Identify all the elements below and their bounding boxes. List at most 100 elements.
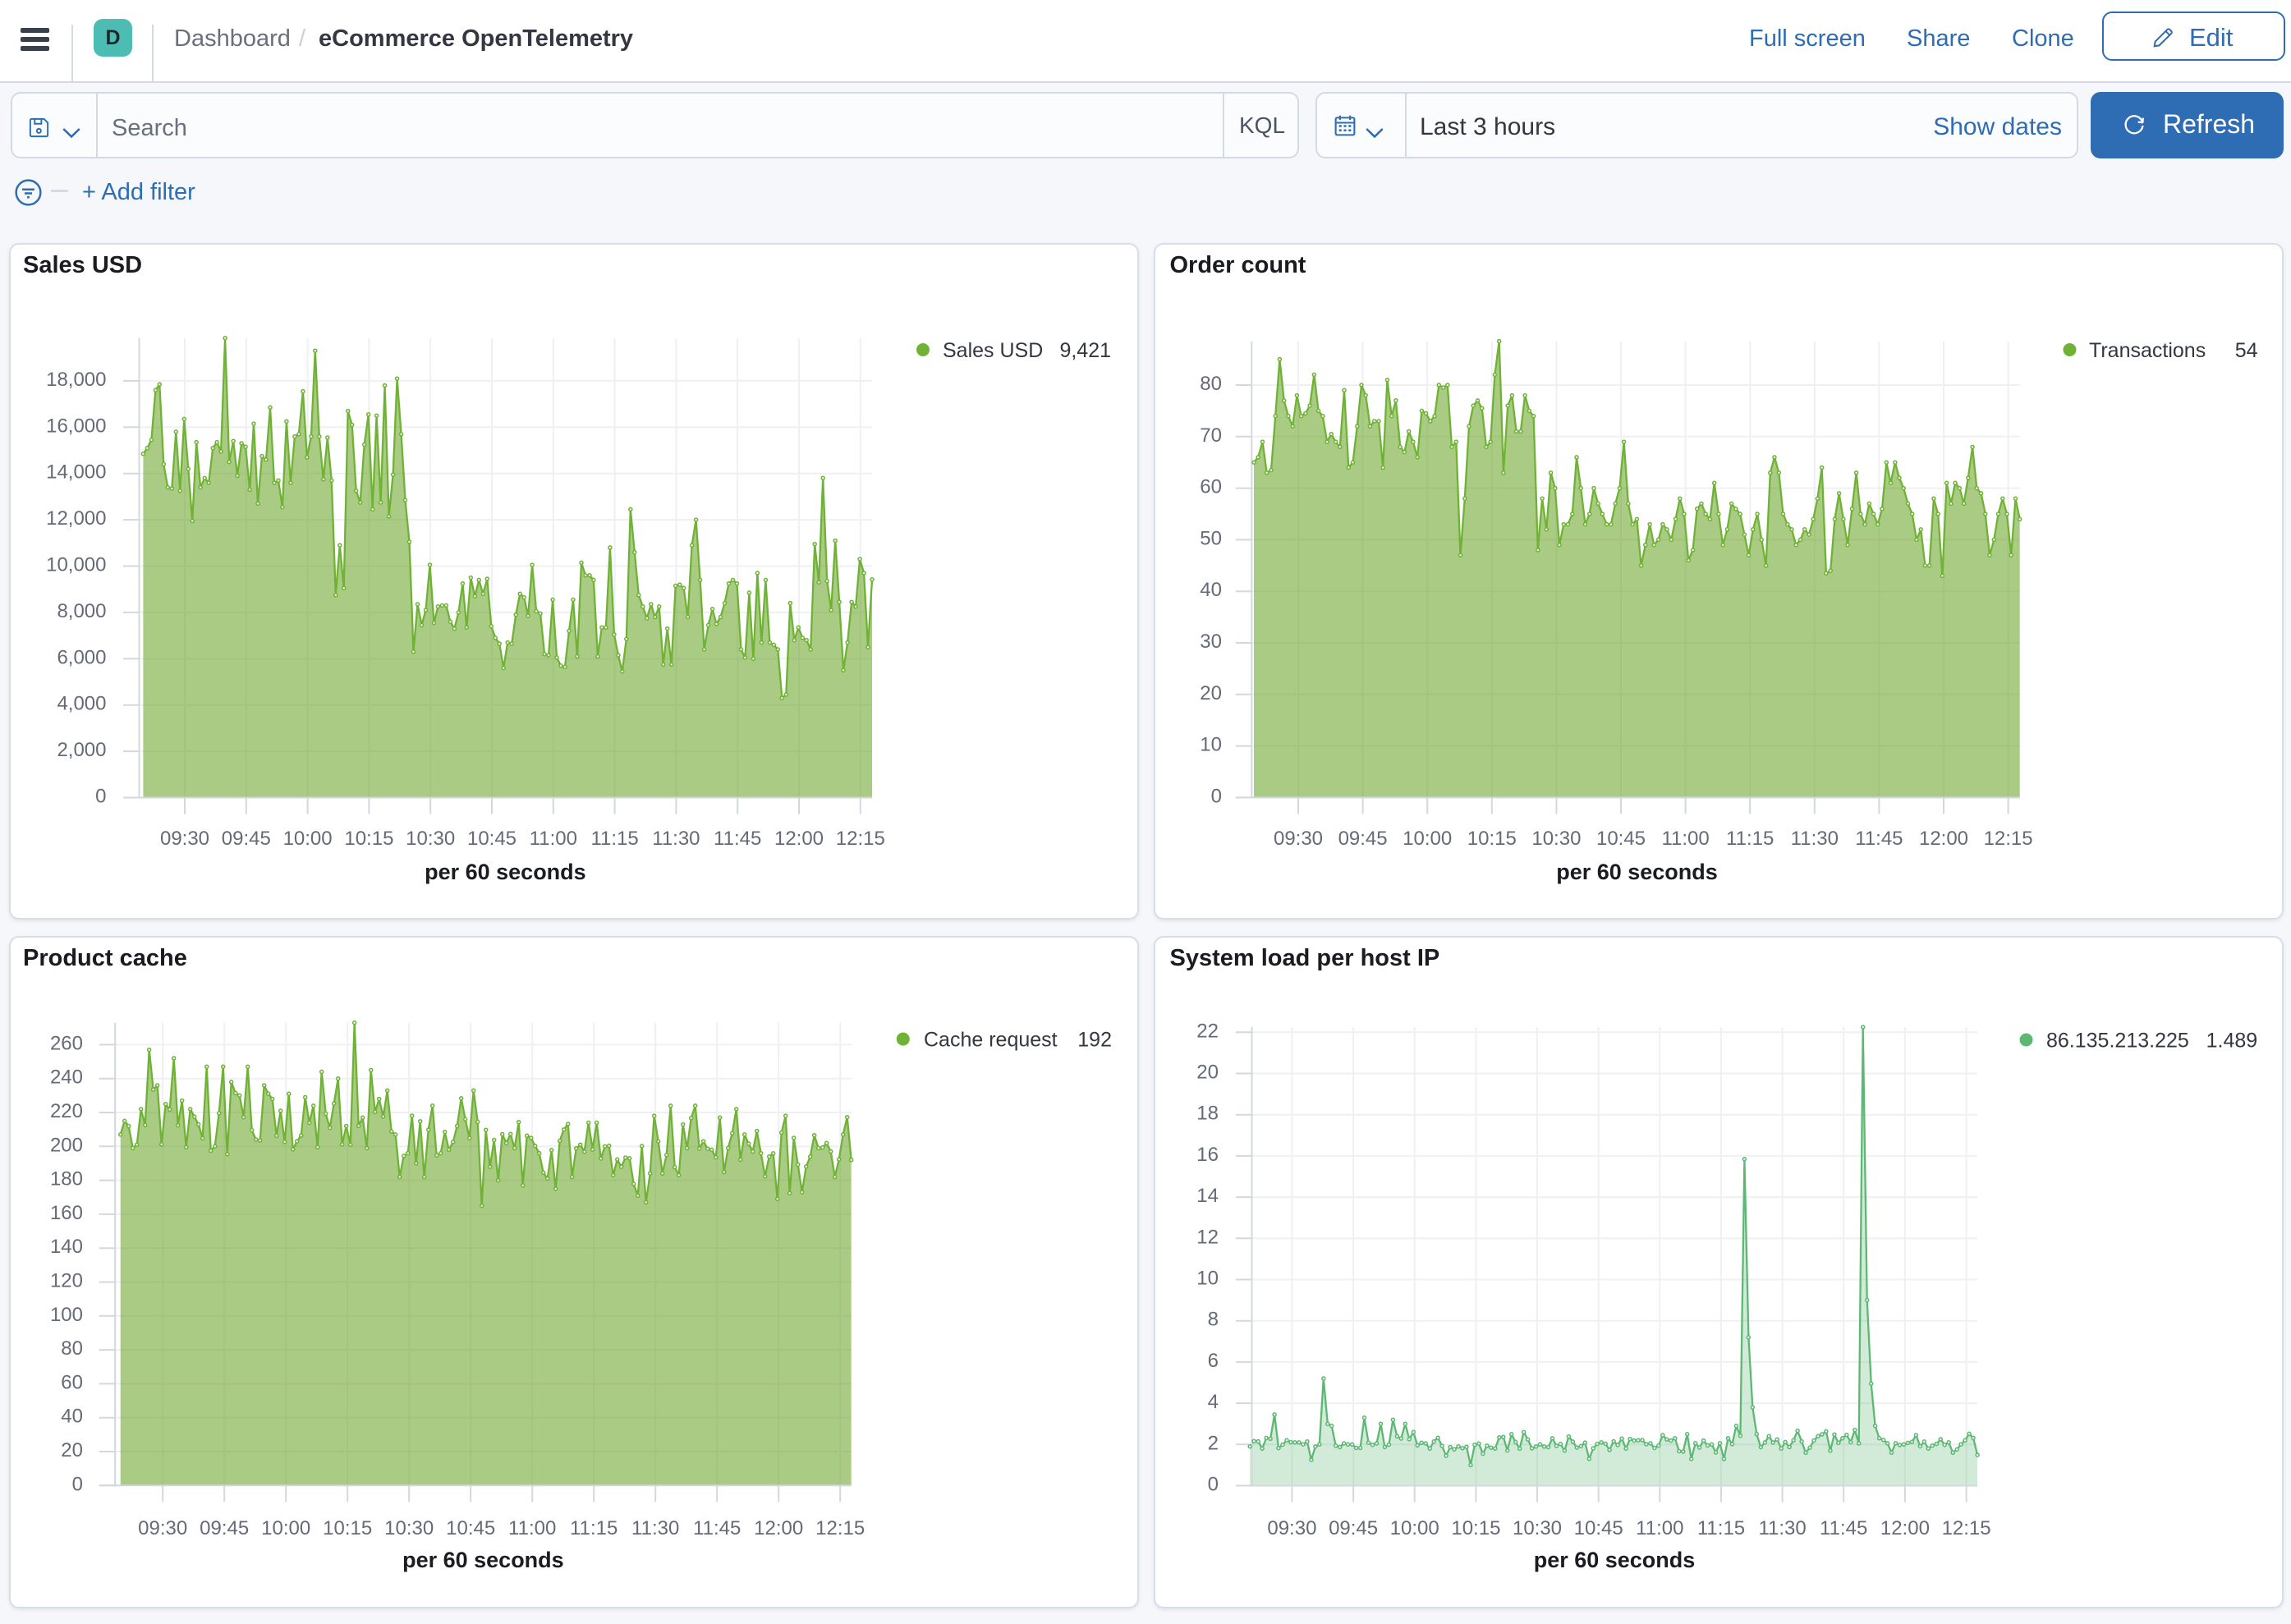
svg-text:09:30: 09:30 <box>1267 1517 1316 1539</box>
svg-text:Sales USD: Sales USD <box>943 339 1043 362</box>
svg-text:11:45: 11:45 <box>1855 828 1903 850</box>
svg-text:10:30: 10:30 <box>1531 828 1581 850</box>
svg-text:11:30: 11:30 <box>631 1517 679 1539</box>
svg-text:240: 240 <box>50 1067 83 1089</box>
svg-text:22: 22 <box>1196 1020 1219 1042</box>
svg-text:11:30: 11:30 <box>652 828 700 850</box>
svg-text:10:45: 10:45 <box>446 1517 495 1539</box>
svg-text:10:15: 10:15 <box>344 828 393 850</box>
svg-text:180: 180 <box>50 1168 83 1190</box>
svg-text:12:15: 12:15 <box>1984 828 2033 850</box>
svg-text:12:15: 12:15 <box>836 828 885 850</box>
svg-text:11:30: 11:30 <box>1791 828 1839 850</box>
svg-text:11:00: 11:00 <box>1661 828 1709 850</box>
svg-text:0: 0 <box>95 786 106 808</box>
svg-text:54: 54 <box>2235 339 2258 362</box>
svg-text:20: 20 <box>61 1439 83 1461</box>
svg-text:09:45: 09:45 <box>200 1517 249 1539</box>
svg-text:260: 260 <box>50 1032 83 1054</box>
svg-text:11:00: 11:00 <box>530 828 577 850</box>
svg-text:09:30: 09:30 <box>160 828 209 850</box>
svg-text:12:15: 12:15 <box>1942 1517 1991 1539</box>
svg-text:10: 10 <box>1196 1268 1219 1290</box>
svg-text:10:00: 10:00 <box>283 828 333 850</box>
svg-text:09:30: 09:30 <box>1274 828 1323 850</box>
svg-text:4: 4 <box>1208 1391 1219 1413</box>
svg-text:09:45: 09:45 <box>1338 828 1388 850</box>
svg-text:20: 20 <box>1200 682 1222 704</box>
svg-text:per 60 seconds: per 60 seconds <box>425 860 586 884</box>
svg-text:40: 40 <box>61 1406 83 1428</box>
svg-text:9,421: 9,421 <box>1059 339 1111 362</box>
svg-text:per 60 seconds: per 60 seconds <box>402 1548 564 1572</box>
svg-text:10:00: 10:00 <box>1403 828 1452 850</box>
svg-text:10:00: 10:00 <box>1390 1517 1439 1539</box>
svg-text:10:45: 10:45 <box>1574 1517 1623 1539</box>
svg-text:14: 14 <box>1196 1185 1219 1207</box>
svg-text:10:15: 10:15 <box>323 1517 372 1539</box>
svg-text:40: 40 <box>1200 579 1222 601</box>
svg-text:10:15: 10:15 <box>1451 1517 1500 1539</box>
svg-text:11:15: 11:15 <box>1726 828 1774 850</box>
svg-text:12:15: 12:15 <box>815 1517 865 1539</box>
svg-text:16,000: 16,000 <box>46 415 106 437</box>
svg-text:0: 0 <box>72 1473 83 1495</box>
svg-text:11:15: 11:15 <box>1697 1517 1745 1539</box>
svg-text:12:00: 12:00 <box>1919 828 1968 850</box>
svg-text:10:15: 10:15 <box>1467 828 1517 850</box>
svg-text:0: 0 <box>1208 1474 1219 1496</box>
svg-text:60: 60 <box>61 1371 83 1393</box>
svg-text:2: 2 <box>1208 1432 1219 1454</box>
svg-text:80: 80 <box>1200 373 1222 395</box>
svg-text:10: 10 <box>1200 734 1222 756</box>
svg-text:192: 192 <box>1077 1029 1112 1052</box>
svg-text:10:45: 10:45 <box>467 828 517 850</box>
svg-text:11:45: 11:45 <box>693 1517 741 1539</box>
svg-text:70: 70 <box>1200 424 1222 447</box>
svg-text:86.135.213.225: 86.135.213.225 <box>2046 1030 2189 1053</box>
svg-text:11:45: 11:45 <box>714 828 761 850</box>
svg-text:10:30: 10:30 <box>406 828 455 850</box>
svg-text:12: 12 <box>1196 1226 1219 1248</box>
svg-text:Transactions: Transactions <box>2089 339 2206 362</box>
svg-text:11:00: 11:00 <box>1636 1517 1683 1539</box>
svg-text:2,000: 2,000 <box>57 739 106 761</box>
svg-text:140: 140 <box>50 1236 83 1258</box>
svg-text:11:15: 11:15 <box>570 1517 618 1539</box>
svg-text:18,000: 18,000 <box>46 369 106 391</box>
svg-text:12:00: 12:00 <box>1880 1517 1930 1539</box>
svg-text:60: 60 <box>1200 476 1222 498</box>
svg-text:4,000: 4,000 <box>57 693 106 715</box>
svg-text:8,000: 8,000 <box>57 600 106 622</box>
svg-text:11:15: 11:15 <box>590 828 638 850</box>
svg-text:per 60 seconds: per 60 seconds <box>1556 860 1718 884</box>
svg-text:18: 18 <box>1196 1103 1219 1125</box>
svg-text:160: 160 <box>50 1202 83 1224</box>
svg-text:Cache request: Cache request <box>924 1029 1058 1052</box>
svg-text:16: 16 <box>1196 1144 1219 1166</box>
svg-text:100: 100 <box>50 1304 83 1326</box>
svg-text:per 60 seconds: per 60 seconds <box>1534 1548 1696 1572</box>
svg-text:200: 200 <box>50 1134 83 1156</box>
svg-text:10,000: 10,000 <box>46 554 106 576</box>
svg-text:6,000: 6,000 <box>57 646 106 668</box>
svg-text:12:00: 12:00 <box>754 1517 803 1539</box>
svg-text:120: 120 <box>50 1270 83 1292</box>
svg-text:11:30: 11:30 <box>1758 1517 1806 1539</box>
svg-text:30: 30 <box>1200 631 1222 653</box>
svg-text:12:00: 12:00 <box>774 828 824 850</box>
svg-text:220: 220 <box>50 1100 83 1122</box>
svg-text:6: 6 <box>1208 1350 1219 1372</box>
svg-text:11:45: 11:45 <box>1820 1517 1867 1539</box>
svg-text:09:30: 09:30 <box>138 1517 187 1539</box>
svg-text:8: 8 <box>1208 1309 1219 1331</box>
svg-text:0: 0 <box>1211 785 1222 807</box>
svg-text:12,000: 12,000 <box>46 507 106 530</box>
svg-text:10:30: 10:30 <box>1513 1517 1562 1539</box>
svg-text:10:30: 10:30 <box>384 1517 434 1539</box>
svg-text:10:45: 10:45 <box>1596 828 1646 850</box>
svg-text:50: 50 <box>1200 527 1222 549</box>
svg-text:14,000: 14,000 <box>46 461 106 484</box>
svg-text:80: 80 <box>61 1337 83 1360</box>
svg-text:20: 20 <box>1196 1062 1219 1084</box>
